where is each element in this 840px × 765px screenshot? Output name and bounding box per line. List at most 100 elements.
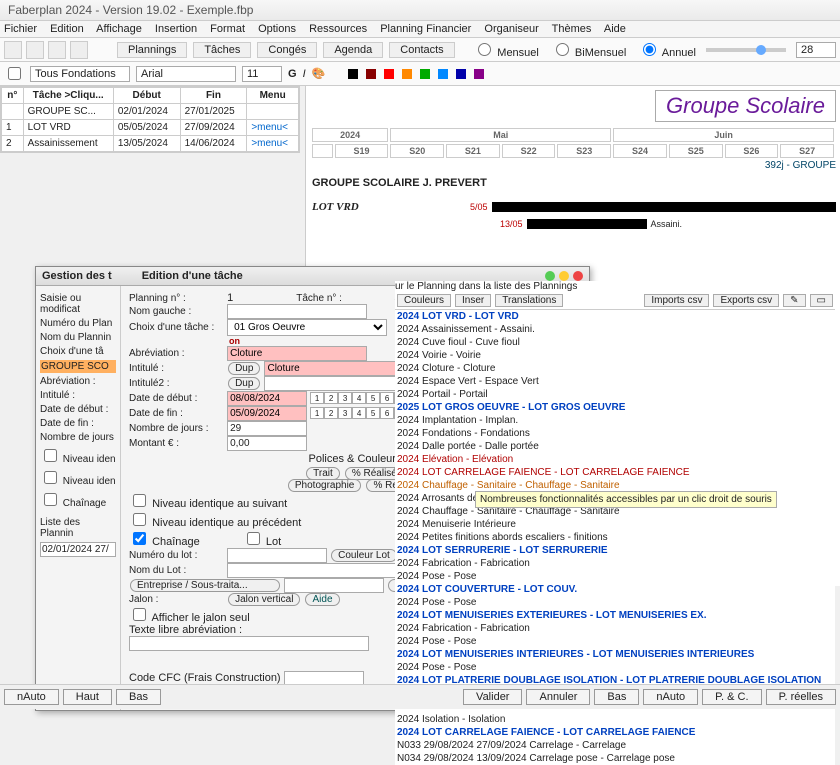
couleurs-button[interactable]: Couleurs (397, 294, 451, 307)
color-swatch[interactable] (456, 69, 466, 79)
nauto2-button[interactable]: nAuto (643, 689, 698, 705)
day-btn[interactable]: 1 (310, 392, 324, 404)
pr-button[interactable]: P. réelles (766, 689, 836, 705)
col-end[interactable]: Fin (180, 88, 247, 104)
font-select[interactable]: Arial (136, 66, 236, 82)
color-swatch[interactable] (348, 69, 358, 79)
tab-conges[interactable]: Congés (257, 42, 317, 58)
chk-niveau1[interactable] (44, 449, 57, 462)
task-list-item[interactable]: 2024 Pose - Pose (395, 596, 835, 609)
color-swatch[interactable] (402, 69, 412, 79)
task-list-item[interactable]: 2024 Cloture - Cloture (395, 362, 835, 375)
task-list-item[interactable]: 2025 LOT GROS OEUVRE - LOT GROS OEUVRE (395, 401, 835, 414)
note-icon[interactable]: ✎ (783, 294, 805, 307)
task-list-item[interactable]: 2024 Implantation - Implan. (395, 414, 835, 427)
menu-item[interactable]: Format (210, 23, 245, 35)
chk-chain[interactable] (133, 532, 146, 545)
col-start[interactable]: Début (113, 88, 180, 104)
tab-contacts[interactable]: Contacts (389, 42, 454, 58)
bas2-button[interactable]: Bas (594, 689, 639, 705)
task-list-item[interactable]: 2024 LOT SERRURERIE - LOT SERRURERIE (395, 544, 835, 557)
col-task[interactable]: Tâche >Cliqu... (23, 88, 113, 104)
menu-item[interactable]: Planning Financier (380, 23, 471, 35)
menu-item[interactable]: Options (258, 23, 296, 35)
view-bimensuel[interactable]: BiMensuel (551, 40, 626, 59)
menu-item[interactable]: Fichier (4, 23, 37, 35)
couleur-lot-button[interactable]: Couleur Lot (331, 549, 397, 562)
task-list-item[interactable]: 2024 LOT COUVERTURE - LOT COUV. (395, 583, 835, 596)
dup-button[interactable]: Dup (228, 362, 260, 375)
print-icon[interactable] (70, 41, 88, 59)
inser-button[interactable]: Inser (455, 294, 491, 307)
task-list-item[interactable]: 2024 LOT CARRELAGE FAIENCE - LOT CARRELA… (395, 466, 835, 479)
task-list-item[interactable]: 2024 Fondations - Fondations (395, 427, 835, 440)
haut-button[interactable]: Haut (63, 689, 112, 705)
task-list-item[interactable]: 2024 Pose - Pose (395, 570, 835, 583)
task-list-item[interactable]: 2024 LOT VRD - LOT VRD (395, 310, 835, 323)
menu-item[interactable]: Insertion (155, 23, 197, 35)
nom-gauche-input[interactable] (227, 304, 367, 319)
task-list-item[interactable]: N033 29/08/2024 27/09/2024 Carrelage - C… (395, 739, 835, 752)
chk-niv-prec[interactable] (133, 513, 146, 526)
menu-item[interactable]: Ressources (309, 23, 367, 35)
task-list-item[interactable]: 2024 Espace Vert - Espace Vert (395, 375, 835, 388)
maximize-icon[interactable] (559, 271, 569, 281)
task-list-item[interactable]: 2024 Elévation - Elévation (395, 453, 835, 466)
chk-chainage[interactable] (44, 493, 57, 506)
table-row[interactable]: 2Assainissement 13/05/202414/06/2024>men… (2, 136, 299, 152)
bas-button[interactable]: Bas (116, 689, 161, 705)
col-n[interactable]: n° (2, 88, 24, 104)
task-list-item[interactable]: 2024 Fabrication - Fabrication (395, 622, 835, 635)
menu-item[interactable]: Organiseur (484, 23, 538, 35)
table-row[interactable]: 1LOT VRD 05/05/202427/09/2024>menu< (2, 120, 299, 136)
menu-item[interactable]: Aide (604, 23, 626, 35)
task-list-item[interactable]: 2024 LOT MENUISERIES INTERIEURES - LOT M… (395, 648, 835, 661)
bold-icon[interactable]: G (288, 68, 297, 80)
open-icon[interactable] (26, 41, 44, 59)
color-swatch[interactable] (474, 69, 484, 79)
intitule2-input[interactable] (264, 376, 404, 391)
task-list-item[interactable]: 2024 LOT MENUISERIES EXTERIEURES - LOT M… (395, 609, 835, 622)
task-list-item[interactable]: 2024 Fabrication - Fabrication (395, 557, 835, 570)
zoom-slider[interactable] (706, 48, 786, 52)
valider-button[interactable]: Valider (463, 689, 522, 705)
texte-libre-input[interactable] (129, 636, 369, 651)
translations-button[interactable]: Translations (495, 294, 563, 307)
tab-taches[interactable]: Tâches (193, 42, 251, 58)
save-icon[interactable] (48, 41, 66, 59)
color-swatch[interactable] (420, 69, 430, 79)
gantt-bar[interactable] (492, 202, 836, 212)
tab-agenda[interactable]: Agenda (323, 42, 383, 58)
gantt-bar[interactable] (527, 219, 647, 229)
color-swatch[interactable] (384, 69, 394, 79)
italic-icon[interactable]: I (303, 68, 306, 80)
color-swatch[interactable] (366, 69, 376, 79)
montant[interactable]: 0,00 (227, 436, 307, 451)
zoom-value[interactable]: 28 (796, 42, 836, 58)
menu-item[interactable]: Affichage (96, 23, 142, 35)
entreprise-input[interactable] (284, 578, 384, 593)
task-list-item[interactable]: 2024 Dalle portée - Dalle portée (395, 440, 835, 453)
date-debut-input[interactable] (227, 391, 307, 406)
entreprise-select[interactable]: Entreprise / Sous-traita... (130, 579, 280, 592)
task-list-item[interactable]: 2024 Isolation - Isolation (395, 713, 835, 726)
task-list-item[interactable]: 2024 Menuiserie Intérieure (395, 518, 835, 531)
pc-button[interactable]: P. & C. (702, 689, 761, 705)
task-list-item[interactable]: 2024 Voirie - Voirie (395, 349, 835, 362)
minimize-icon[interactable] (545, 271, 555, 281)
chk-lot[interactable] (247, 532, 260, 545)
task-list-item[interactable]: 2024 Portail - Portail (395, 388, 835, 401)
import-csv-button[interactable]: Imports csv (644, 294, 709, 307)
intitule-input[interactable] (264, 361, 404, 376)
view-annuel[interactable]: Annuel (638, 40, 696, 59)
task-list-item[interactable]: 2024 LOT CARRELAGE FAIENCE - LOT CARRELA… (395, 726, 835, 739)
doc-icon[interactable]: ▭ (810, 294, 833, 307)
task-list-item[interactable]: 2024 Petites finitions abords escaliers … (395, 531, 835, 544)
tab-plannings[interactable]: Plannings (117, 42, 187, 58)
col-menu[interactable]: Menu (247, 88, 299, 104)
task-list-item[interactable]: 2024 Pose - Pose (395, 635, 835, 648)
menu-item[interactable]: Edition (50, 23, 84, 35)
menu-item[interactable]: Thèmes (552, 23, 592, 35)
task-list-item[interactable]: N034 29/08/2024 13/09/2024 Carrelage pos… (395, 752, 835, 765)
numlot-input[interactable] (227, 548, 327, 563)
